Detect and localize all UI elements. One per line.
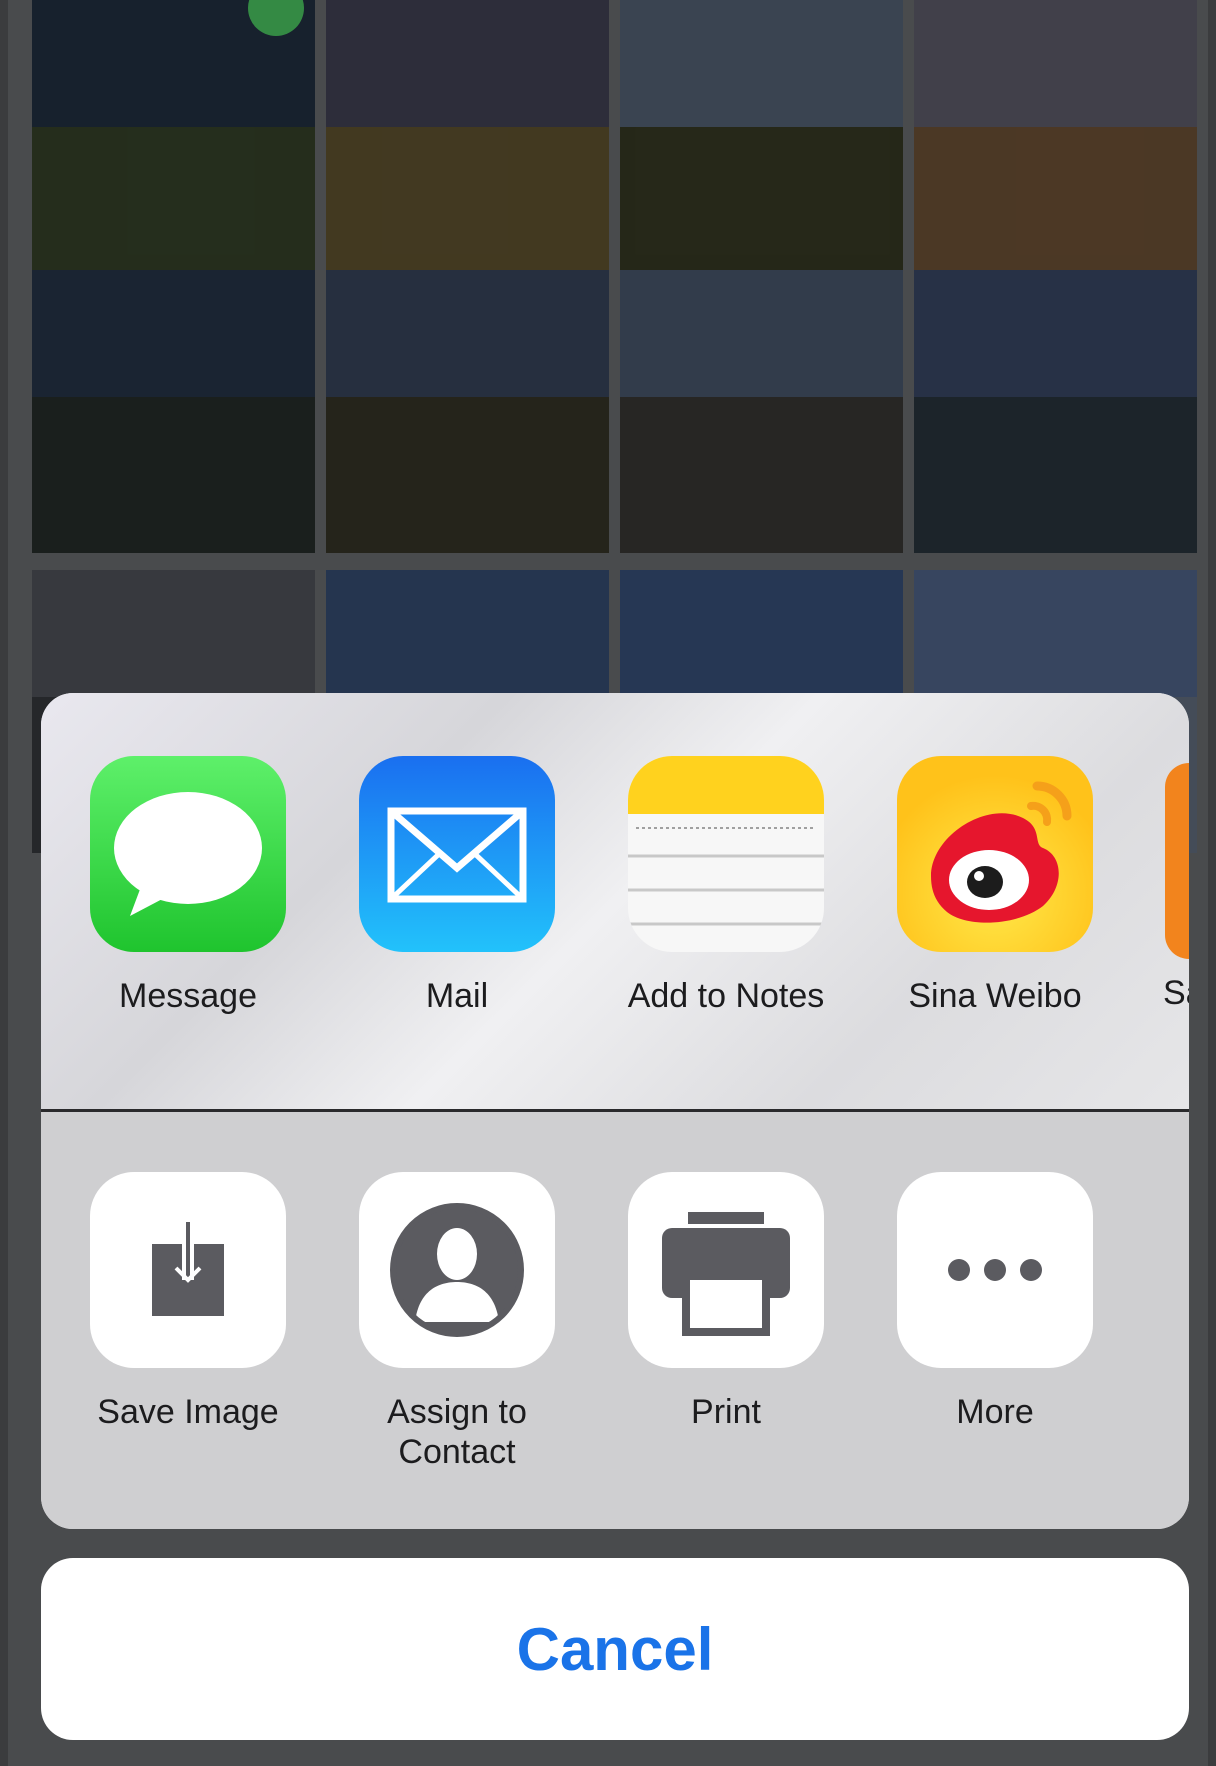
share-sheet: Message Mail Add to Notes Sina Weibo S S… bbox=[41, 693, 1189, 1529]
cancel-button[interactable]: Cancel bbox=[41, 1558, 1189, 1740]
printer-icon bbox=[628, 1172, 824, 1368]
actions-row: Save Image Assign to Contact Print More bbox=[41, 1112, 1189, 1529]
messages-icon bbox=[90, 756, 286, 952]
app-icon-partial[interactable] bbox=[1165, 763, 1189, 959]
share-app-weibo[interactable]: Sina Weibo bbox=[870, 756, 1120, 1016]
share-app-label: Sina Weibo bbox=[908, 977, 1082, 1015]
share-app-label: Message bbox=[119, 977, 257, 1015]
share-app-mail[interactable]: Mail bbox=[332, 756, 582, 1016]
share-app-label: Add to Notes bbox=[627, 977, 825, 1015]
notes-icon bbox=[628, 756, 824, 952]
action-print[interactable]: Print bbox=[601, 1172, 851, 1432]
share-app-message[interactable]: Message bbox=[63, 756, 313, 1016]
action-assign-contact[interactable]: Assign to Contact bbox=[332, 1172, 582, 1472]
action-more[interactable]: More bbox=[870, 1172, 1120, 1432]
share-app-notes[interactable]: Add to Notes bbox=[601, 756, 851, 1016]
action-label: Assign to Contact bbox=[387, 1393, 527, 1471]
save-image-icon bbox=[90, 1172, 286, 1368]
action-label: More bbox=[956, 1393, 1034, 1431]
share-app-label: Mail bbox=[425, 977, 489, 1015]
weibo-icon bbox=[897, 756, 1093, 952]
action-label: Save Image bbox=[97, 1393, 279, 1431]
action-save-image[interactable]: Save Image bbox=[63, 1172, 313, 1432]
share-apps-row: Message Mail Add to Notes Sina Weibo S bbox=[41, 693, 1189, 1110]
contact-icon bbox=[359, 1172, 555, 1368]
more-icon bbox=[897, 1172, 1093, 1368]
action-label: Print bbox=[691, 1393, 761, 1431]
mail-icon bbox=[359, 756, 555, 952]
share-app-label: Sa bbox=[1163, 974, 1189, 1012]
